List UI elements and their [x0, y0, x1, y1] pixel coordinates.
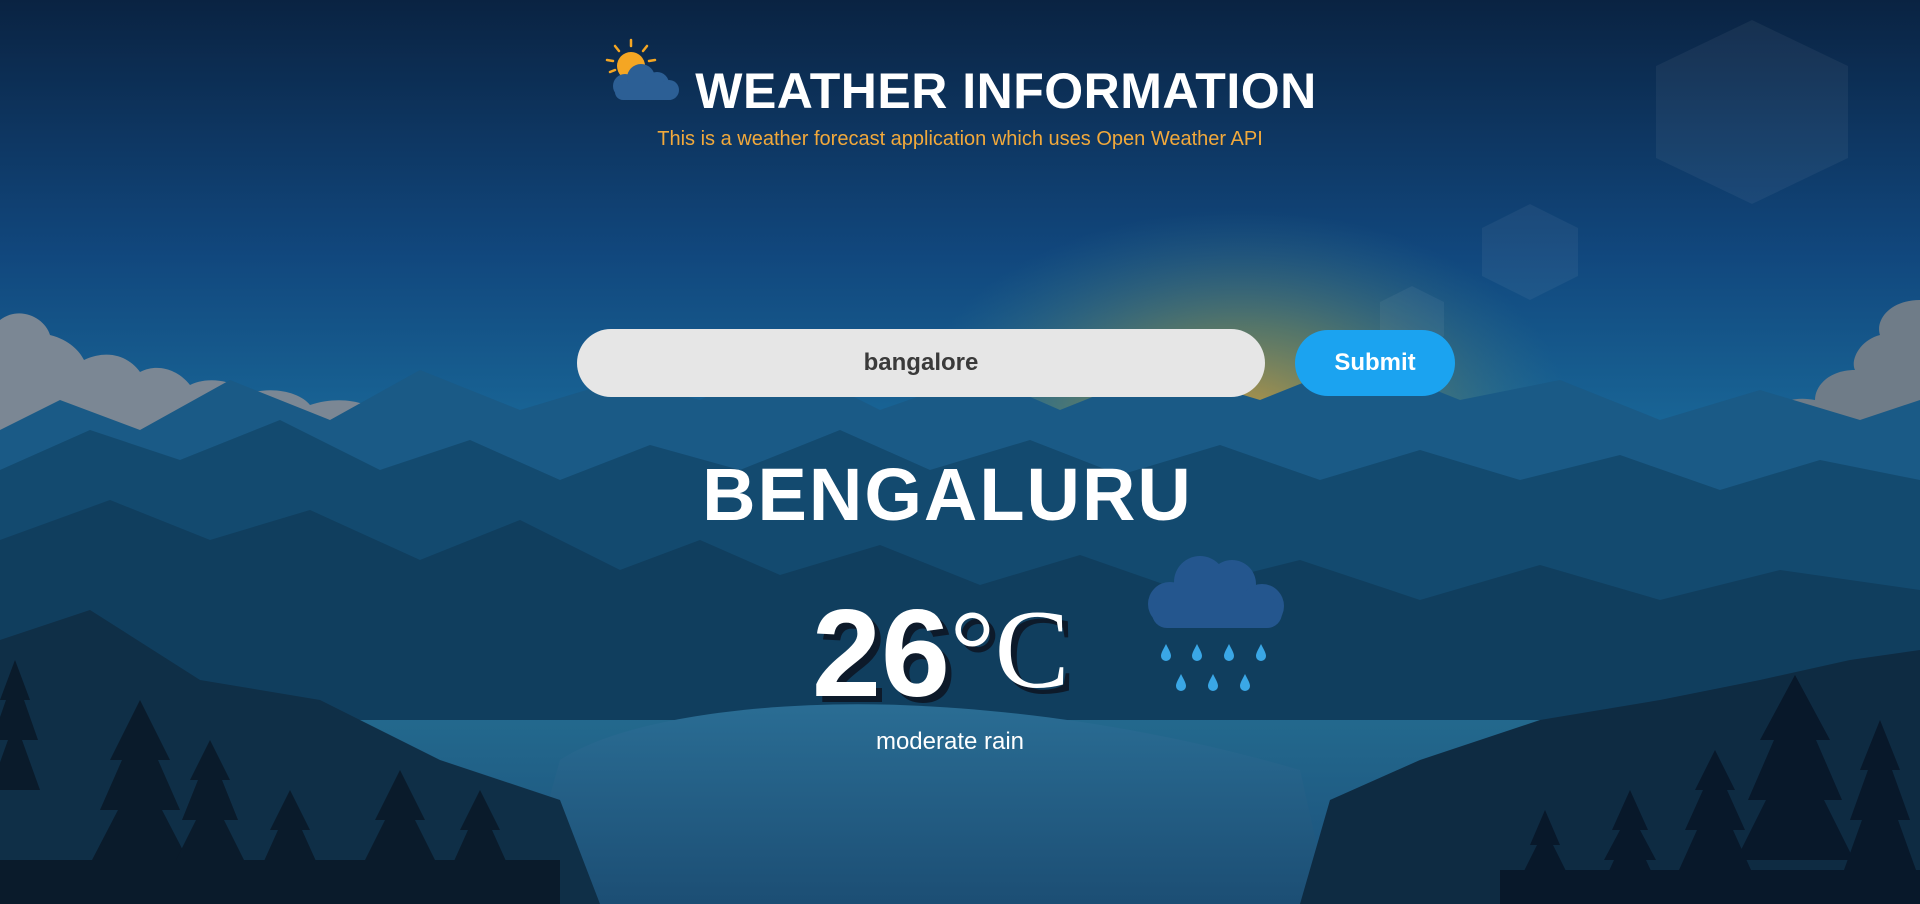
page-title: WEATHER INFORMATION: [695, 63, 1317, 119]
sun-cloud-icon: [606, 38, 680, 100]
city-name: BENGALURU: [702, 453, 1193, 536]
app-header: WEATHER INFORMATION This is a weather fo…: [0, 36, 1920, 151]
title-row: WEATHER INFORMATION: [603, 36, 1316, 116]
submit-button[interactable]: Submit: [1295, 330, 1455, 396]
weather-description: moderate rain: [875, 728, 1025, 755]
temperature-unit: °C: [949, 588, 1070, 712]
rain-cloud-icon: [1148, 556, 1284, 691]
search-form: Submit: [577, 329, 1455, 397]
city-search-input[interactable]: [577, 329, 1265, 397]
page-subtitle: This is a weather forecast application w…: [657, 128, 1263, 150]
temperature-value: 26: [812, 585, 950, 723]
temperature-display: 26 °C: [812, 585, 1070, 723]
